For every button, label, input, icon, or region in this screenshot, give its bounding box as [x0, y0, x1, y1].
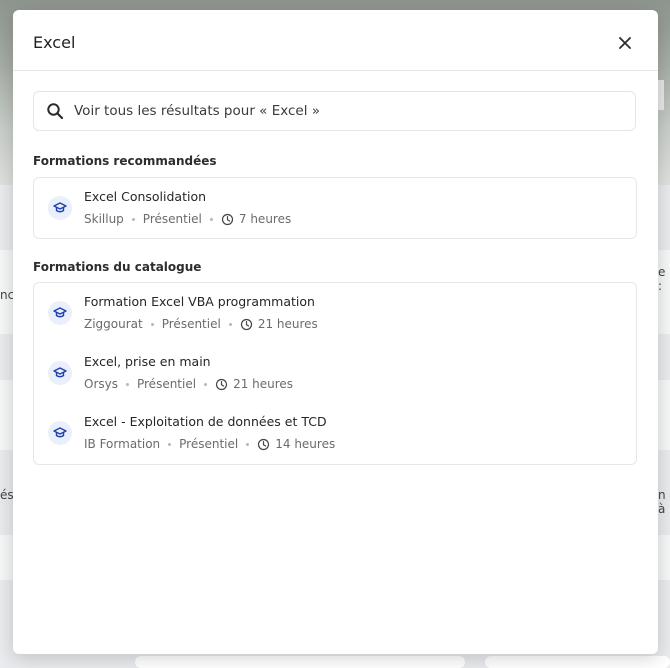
course-meta: Orsys Présentiel 21 heures	[84, 377, 293, 391]
separator-dot	[209, 217, 213, 221]
clock-icon	[257, 438, 270, 451]
close-button[interactable]	[614, 32, 636, 54]
course-mode: Présentiel	[136, 377, 197, 391]
course-provider: Skillup	[84, 212, 124, 226]
clock-icon	[221, 213, 234, 226]
recommended-list: Excel Consolidation Skillup Présentiel 7…	[33, 177, 637, 239]
separator-dot	[131, 217, 135, 221]
course-mode: Présentiel	[161, 317, 221, 331]
course-title: Formation Excel VBA programmation	[84, 294, 315, 309]
course-title: Excel, prise en main	[84, 354, 211, 369]
background-card	[135, 656, 465, 668]
search-modal: Voir tous les résultats pour « Excel » F…	[13, 10, 658, 654]
course-title: Excel - Exploitation de données et TCD	[84, 414, 327, 429]
graduation-cap-icon	[48, 421, 72, 445]
background-card	[485, 656, 670, 668]
list-item[interactable]: Excel - Exploitation de données et TCD I…	[34, 403, 636, 463]
list-item[interactable]: Excel, prise en main Orsys Présentiel 21…	[34, 343, 636, 403]
modal-header	[13, 10, 658, 71]
list-item[interactable]: Formation Excel VBA programmation Ziggou…	[34, 283, 636, 343]
background-text: e :	[658, 265, 666, 293]
course-meta: Ziggourat Présentiel 21 heures	[84, 317, 318, 331]
course-meta: Skillup Présentiel 7 heures	[84, 212, 291, 226]
course-provider: Orsys	[84, 377, 118, 391]
course-provider: Ziggourat	[84, 317, 143, 331]
course-duration: 21 heures	[257, 317, 318, 331]
catalog-list: Formation Excel VBA programmation Ziggou…	[33, 282, 637, 465]
separator-dot	[246, 442, 250, 446]
clock-icon	[240, 318, 253, 331]
search-icon	[47, 103, 64, 120]
separator-dot	[150, 322, 154, 326]
course-duration: 21 heures	[233, 377, 294, 391]
graduation-cap-icon	[48, 301, 72, 325]
course-title: Excel Consolidation	[84, 189, 207, 204]
course-provider: IB Formation	[84, 437, 161, 451]
course-mode: Présentiel	[142, 212, 202, 226]
background-text: n à	[658, 488, 666, 516]
course-mode: Présentiel	[179, 437, 239, 451]
section-title-recommended: Formations recommandées	[33, 154, 217, 168]
separator-dot	[228, 322, 232, 326]
see-all-label: Voir tous les résultats pour « Excel »	[74, 103, 321, 119]
section-title-catalog: Formations du catalogue	[33, 260, 202, 274]
search-input[interactable]	[33, 28, 593, 56]
close-icon	[619, 37, 631, 49]
course-duration: 7 heures	[238, 212, 292, 226]
list-item[interactable]: Excel Consolidation Skillup Présentiel 7…	[34, 178, 636, 238]
see-all-results-button[interactable]: Voir tous les résultats pour « Excel »	[33, 91, 636, 131]
course-duration: 14 heures	[275, 437, 336, 451]
course-meta: IB Formation Présentiel 14 heures	[84, 437, 335, 451]
clock-icon	[215, 378, 228, 391]
separator-dot	[204, 382, 208, 386]
graduation-cap-icon	[48, 196, 72, 220]
graduation-cap-icon	[48, 361, 72, 385]
separator-dot	[125, 382, 129, 386]
separator-dot	[168, 442, 172, 446]
